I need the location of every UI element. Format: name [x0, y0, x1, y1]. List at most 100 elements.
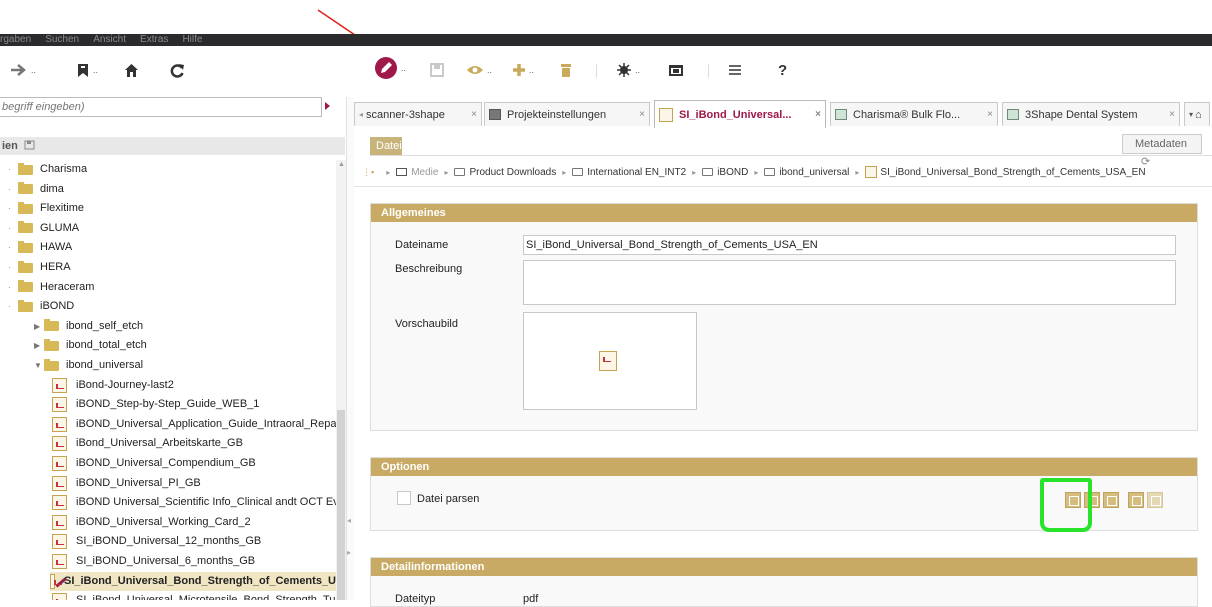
beschreibung-textarea[interactable] — [523, 260, 1176, 305]
tree-file-item[interactable]: SI_iBOND_Universal_12_months_GB — [52, 532, 261, 551]
forward-button[interactable]: .. — [10, 60, 36, 80]
tree-file-item[interactable]: SI_iBond_Universal_Microtensile_Bond_Str… — [52, 591, 336, 600]
breadcrumb-tree-icon[interactable]: ⋮▪ — [362, 167, 374, 178]
tree-dot-icon[interactable]: · — [8, 199, 18, 218]
bookmark-button[interactable]: .. — [76, 60, 98, 80]
add-button[interactable]: .. — [512, 60, 534, 80]
tab-metadaten[interactable]: Metadaten ⟳ — [1122, 134, 1202, 168]
dateiname-input[interactable]: SI_iBond_Universal_Bond_Strength_of_Ceme… — [523, 235, 1176, 255]
menu-item-ausgaben[interactable]: rgaben — [0, 34, 31, 45]
tab-projekteinstellungen[interactable]: Projekteinstellungen × — [484, 102, 650, 126]
tree-file-item[interactable]: SI_iBond_Universal_Bond_Strength_of_Ceme… — [50, 571, 336, 591]
chevron-right-icon[interactable]: ▶ — [34, 336, 44, 355]
bookmark-dropdown[interactable]: .. — [93, 65, 98, 75]
tree-folder-item[interactable]: · GLUMA — [8, 219, 79, 238]
tree-dot-icon[interactable]: · — [8, 238, 18, 257]
download-icon[interactable] — [1128, 492, 1144, 508]
tab-3shape-dental-system[interactable]: 3Shape Dental System × — [1002, 102, 1180, 126]
extension-dropdown[interactable]: .. — [635, 65, 640, 75]
tab-label: Projekteinstellungen — [507, 108, 607, 121]
edit-dropdown[interactable]: .. — [401, 63, 406, 73]
tree-dot-icon[interactable]: · — [8, 258, 18, 277]
tab-si-ibond-universal[interactable]: SI_iBond_Universal... × — [654, 100, 826, 128]
breadcrumb: ⋮▪ ▸ Medie ▸ Product Downloads ▸ Interna… — [362, 162, 1212, 182]
datei-parsen-checkbox[interactable] — [397, 491, 411, 505]
breadcrumb-item-current-file[interactable]: SI_iBond_Universal_Bond_Strength_of_Ceme… — [880, 167, 1145, 178]
tree-scrollbar-thumb[interactable] — [337, 410, 345, 600]
forward-dropdown[interactable]: .. — [31, 65, 36, 75]
extension-button[interactable]: .. — [616, 60, 640, 80]
tree-folder-item[interactable]: ▶ ibond_self_etch — [34, 317, 143, 336]
reload-button[interactable] — [170, 60, 185, 80]
scroll-up-icon[interactable]: ▲ — [338, 161, 345, 169]
menu-item-hilfe[interactable]: Hilfe — [182, 34, 202, 45]
list-view-button[interactable] — [728, 60, 742, 80]
chevron-down-icon[interactable]: ▼ — [34, 356, 44, 375]
add-dropdown[interactable]: .. — [529, 65, 534, 75]
tree-dot-icon[interactable]: · — [8, 180, 18, 199]
tree-folder-item[interactable]: · dima — [8, 180, 64, 199]
tree-folder-item[interactable]: · Heraceram — [8, 278, 94, 297]
tab-scroll-left-icon[interactable]: ◂ — [359, 110, 363, 119]
vorschaubild-preview[interactable] — [523, 312, 697, 410]
chevron-right-icon[interactable]: ▶ — [34, 317, 44, 336]
tree-file-item[interactable]: iBond_Universal_Arbeitskarte_GB — [52, 434, 243, 453]
tab-bar: ◂ scanner-3shape × Projekteinstellungen … — [354, 100, 1212, 128]
collapse-left-icon[interactable]: ◂ — [347, 516, 351, 525]
tree-dot-icon[interactable]: · — [8, 219, 18, 238]
breadcrumb-item-ibond[interactable]: iBOND — [717, 167, 748, 178]
edit-button[interactable]: .. — [374, 57, 406, 79]
menu-item-suchen[interactable]: Suchen — [45, 34, 79, 45]
tree-folder-item[interactable]: · HAWA — [8, 238, 72, 257]
expand-right-icon[interactable]: ▸ — [347, 548, 351, 557]
breadcrumb-item-ibond-universal[interactable]: ibond_universal — [779, 167, 849, 178]
tree-file-item[interactable]: iBOND_Step-by-Step_Guide_WEB_1 — [52, 395, 259, 414]
tab-charisma-bulk-flow[interactable]: Charisma® Bulk Flo... × — [830, 102, 998, 126]
breadcrumb-item-international[interactable]: International EN_INT2 — [587, 167, 686, 178]
tree-folder-item[interactable]: · HERA — [8, 258, 71, 277]
tree-dot-icon[interactable]: · — [8, 297, 18, 316]
tab-close-icon[interactable]: × — [981, 109, 993, 120]
tab-close-icon[interactable]: × — [465, 109, 477, 120]
screenshot-button[interactable] — [668, 60, 684, 80]
home-button[interactable] — [124, 60, 139, 80]
tree-folder-item[interactable]: ▼ ibond_universal — [34, 356, 143, 375]
tree-dot-icon[interactable]: · — [8, 160, 18, 179]
pdf-edit-icon — [659, 107, 673, 122]
page-icon[interactable] — [1147, 492, 1163, 508]
tree-file-item[interactable]: iBOND_Universal_PI_GB — [52, 474, 201, 493]
tab-overflow-menu[interactable]: ▾ ⌂ — [1184, 102, 1210, 126]
tab-close-icon[interactable]: × — [633, 109, 645, 120]
menu-item-ansicht[interactable]: Ansicht — [93, 34, 126, 45]
preview-button[interactable]: .. — [466, 60, 492, 80]
breadcrumb-item-product-downloads[interactable]: Product Downloads — [469, 167, 556, 178]
tree-folder-item[interactable]: · iBOND — [8, 297, 74, 316]
pin-icon[interactable] — [24, 140, 35, 150]
menu-item-extras[interactable]: Extras — [140, 34, 168, 45]
tree-file-item[interactable]: SI_iBOND_Universal_6_months_GB — [52, 552, 255, 571]
delete-button[interactable] — [560, 60, 572, 80]
tree-folder-item[interactable]: · Flexitime — [8, 199, 84, 218]
tree-file-item[interactable]: iBOND_Universal_Working_Card_2 — [52, 513, 251, 532]
pdf-file-icon — [52, 436, 67, 452]
qr-code-icon[interactable] — [1103, 492, 1119, 508]
search-go-icon[interactable] — [325, 102, 330, 110]
tree-file-item[interactable]: iBond-Journey-last2 — [52, 376, 174, 395]
breadcrumb-item-medien[interactable]: Medie — [411, 167, 438, 178]
tab-close-icon[interactable]: × — [809, 109, 821, 120]
tree-file-item[interactable]: iBOND_Universal_Application_Guide_Intrao… — [52, 415, 336, 434]
search-input[interactable] — [0, 97, 322, 117]
save-button[interactable] — [430, 60, 444, 80]
tab-scanner-3shape[interactable]: ◂ scanner-3shape × — [354, 102, 482, 126]
arrow-right-icon — [11, 64, 26, 76]
tab-close-icon[interactable]: × — [1163, 109, 1175, 120]
folder-icon — [18, 201, 33, 214]
tab-datei[interactable]: Datei — [370, 137, 402, 155]
tree-dot-icon[interactable]: · — [8, 278, 18, 297]
tree-file-item[interactable]: iBOND_Universal_Compendium_GB — [52, 454, 256, 473]
preview-dropdown[interactable]: .. — [487, 65, 492, 75]
help-button[interactable]: ? — [778, 60, 787, 80]
tree-folder-item[interactable]: · Charisma — [8, 160, 87, 179]
tree-folder-item[interactable]: ▶ ibond_total_etch — [34, 336, 147, 355]
tree-file-item[interactable]: iBOND Universal_Scientific Info_Clinical… — [52, 493, 336, 512]
